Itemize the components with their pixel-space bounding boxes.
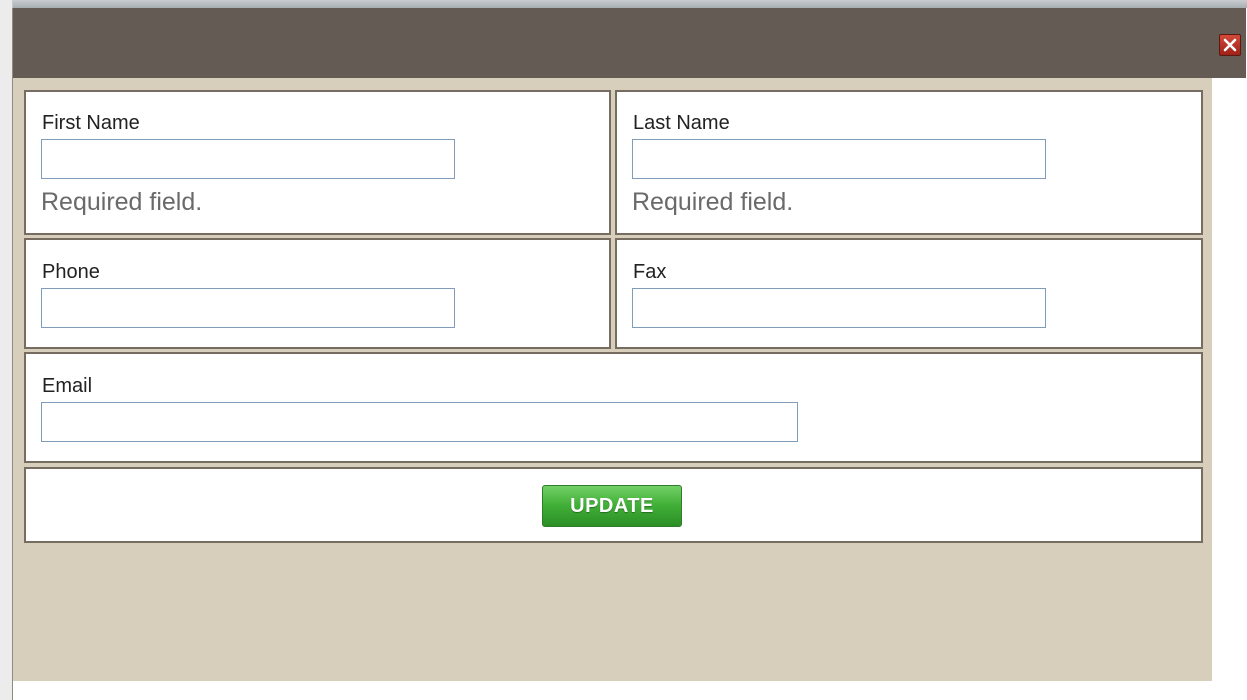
email-panel: Email <box>24 352 1203 463</box>
fax-panel: Fax <box>615 238 1203 349</box>
phone-panel: Phone <box>24 238 611 349</box>
last-name-label: Last Name <box>633 112 730 134</box>
dialog-body: First Name Required field. Last Name Req… <box>13 78 1212 681</box>
fax-input[interactable] <box>632 288 1046 328</box>
last-name-input[interactable] <box>632 139 1046 179</box>
close-button[interactable] <box>1219 34 1241 56</box>
first-name-required-hint: Required field. <box>41 188 203 216</box>
close-x-icon <box>1223 38 1237 52</box>
actions-panel: UPDATE <box>24 467 1203 543</box>
phone-input[interactable] <box>41 288 455 328</box>
last-name-required-hint: Required field. <box>632 188 794 216</box>
fax-label: Fax <box>633 261 667 283</box>
edit-contact-dialog: First Name Required field. Last Name Req… <box>12 8 1246 700</box>
first-name-label: First Name <box>42 112 140 134</box>
last-name-panel: Last Name Required field. <box>615 90 1203 235</box>
email-label: Email <box>42 375 93 397</box>
update-button[interactable]: UPDATE <box>542 485 682 527</box>
page-top-edge <box>0 0 1247 8</box>
dialog-header <box>13 8 1246 78</box>
first-name-panel: First Name Required field. <box>24 90 611 235</box>
phone-label: Phone <box>42 261 100 283</box>
first-name-input[interactable] <box>41 139 455 179</box>
email-input[interactable] <box>41 402 798 442</box>
